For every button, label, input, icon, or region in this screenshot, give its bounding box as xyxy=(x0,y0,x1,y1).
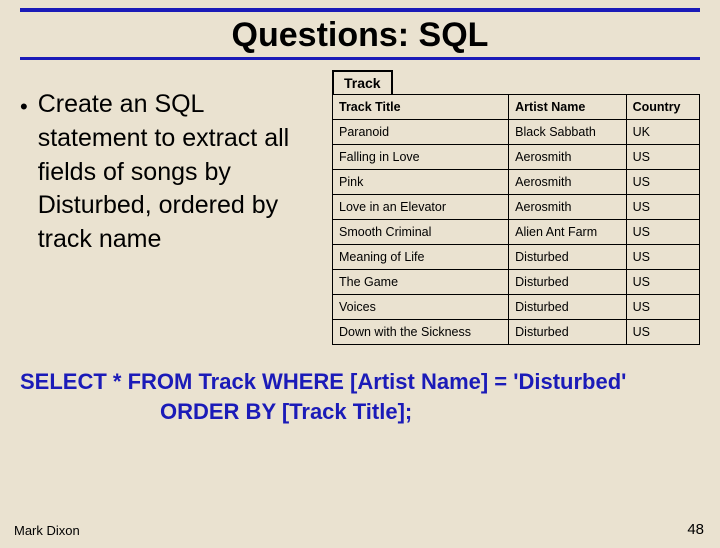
cell-title: Pink xyxy=(333,170,509,195)
cell-artist: Disturbed xyxy=(509,245,626,270)
table-row: Voices Disturbed US xyxy=(333,295,700,320)
table-row: The Game Disturbed US xyxy=(333,270,700,295)
bullet-marker: • xyxy=(20,88,28,123)
cell-country: US xyxy=(626,245,699,270)
cell-artist: Disturbed xyxy=(509,270,626,295)
track-table: Track Title Artist Name Country Paranoid… xyxy=(332,94,700,345)
cell-title: Down with the Sickness xyxy=(333,320,509,345)
top-rule xyxy=(20,8,700,12)
cell-artist: Aerosmith xyxy=(509,170,626,195)
header-artist-name: Artist Name xyxy=(509,95,626,120)
slide-title: Questions: SQL xyxy=(0,16,720,55)
cell-artist: Disturbed xyxy=(509,295,626,320)
content-area: • Create an SQL statement to extract all… xyxy=(0,70,720,345)
header-track-title: Track Title xyxy=(333,95,509,120)
cell-title: Smooth Criminal xyxy=(333,220,509,245)
title-underline xyxy=(20,57,700,60)
table-area: Track Track Title Artist Name Country Pa… xyxy=(332,70,700,345)
table-row: Paranoid Black Sabbath UK xyxy=(333,120,700,145)
table-row: Love in an Elevator Aerosmith US xyxy=(333,195,700,220)
cell-country: US xyxy=(626,195,699,220)
cell-title: Paranoid xyxy=(333,120,509,145)
footer-page: 48 xyxy=(687,521,704,538)
cell-title: Voices xyxy=(333,295,509,320)
cell-artist: Aerosmith xyxy=(509,195,626,220)
cell-title: Falling in Love xyxy=(333,145,509,170)
bullet-area: • Create an SQL statement to extract all… xyxy=(20,70,320,345)
table-label: Track xyxy=(332,70,393,94)
cell-country: US xyxy=(626,270,699,295)
table-row: Falling in Love Aerosmith US xyxy=(333,145,700,170)
cell-country: US xyxy=(626,295,699,320)
sql-line2: ORDER BY [Track Title]; xyxy=(20,397,700,427)
cell-country: UK xyxy=(626,120,699,145)
header-country: Country xyxy=(626,95,699,120)
sql-statement: SELECT * FROM Track WHERE [Artist Name] … xyxy=(20,367,700,426)
cell-title: Meaning of Life xyxy=(333,245,509,270)
cell-artist: Alien Ant Farm xyxy=(509,220,626,245)
cell-artist: Black Sabbath xyxy=(509,120,626,145)
table-row: Meaning of Life Disturbed US xyxy=(333,245,700,270)
bullet-row: • Create an SQL statement to extract all… xyxy=(20,88,320,257)
cell-title: The Game xyxy=(333,270,509,295)
bullet-text: Create an SQL statement to extract all f… xyxy=(38,88,320,257)
cell-country: US xyxy=(626,320,699,345)
table-header-row: Track Title Artist Name Country xyxy=(333,95,700,120)
table-row: Smooth Criminal Alien Ant Farm US xyxy=(333,220,700,245)
sql-line1: SELECT * FROM Track WHERE [Artist Name] … xyxy=(20,369,626,394)
table-row: Pink Aerosmith US xyxy=(333,170,700,195)
cell-artist: Aerosmith xyxy=(509,145,626,170)
cell-title: Love in an Elevator xyxy=(333,195,509,220)
cell-country: US xyxy=(626,170,699,195)
cell-country: US xyxy=(626,220,699,245)
table-row: Down with the Sickness Disturbed US xyxy=(333,320,700,345)
cell-country: US xyxy=(626,145,699,170)
footer-author: Mark Dixon xyxy=(14,523,80,538)
cell-artist: Disturbed xyxy=(509,320,626,345)
